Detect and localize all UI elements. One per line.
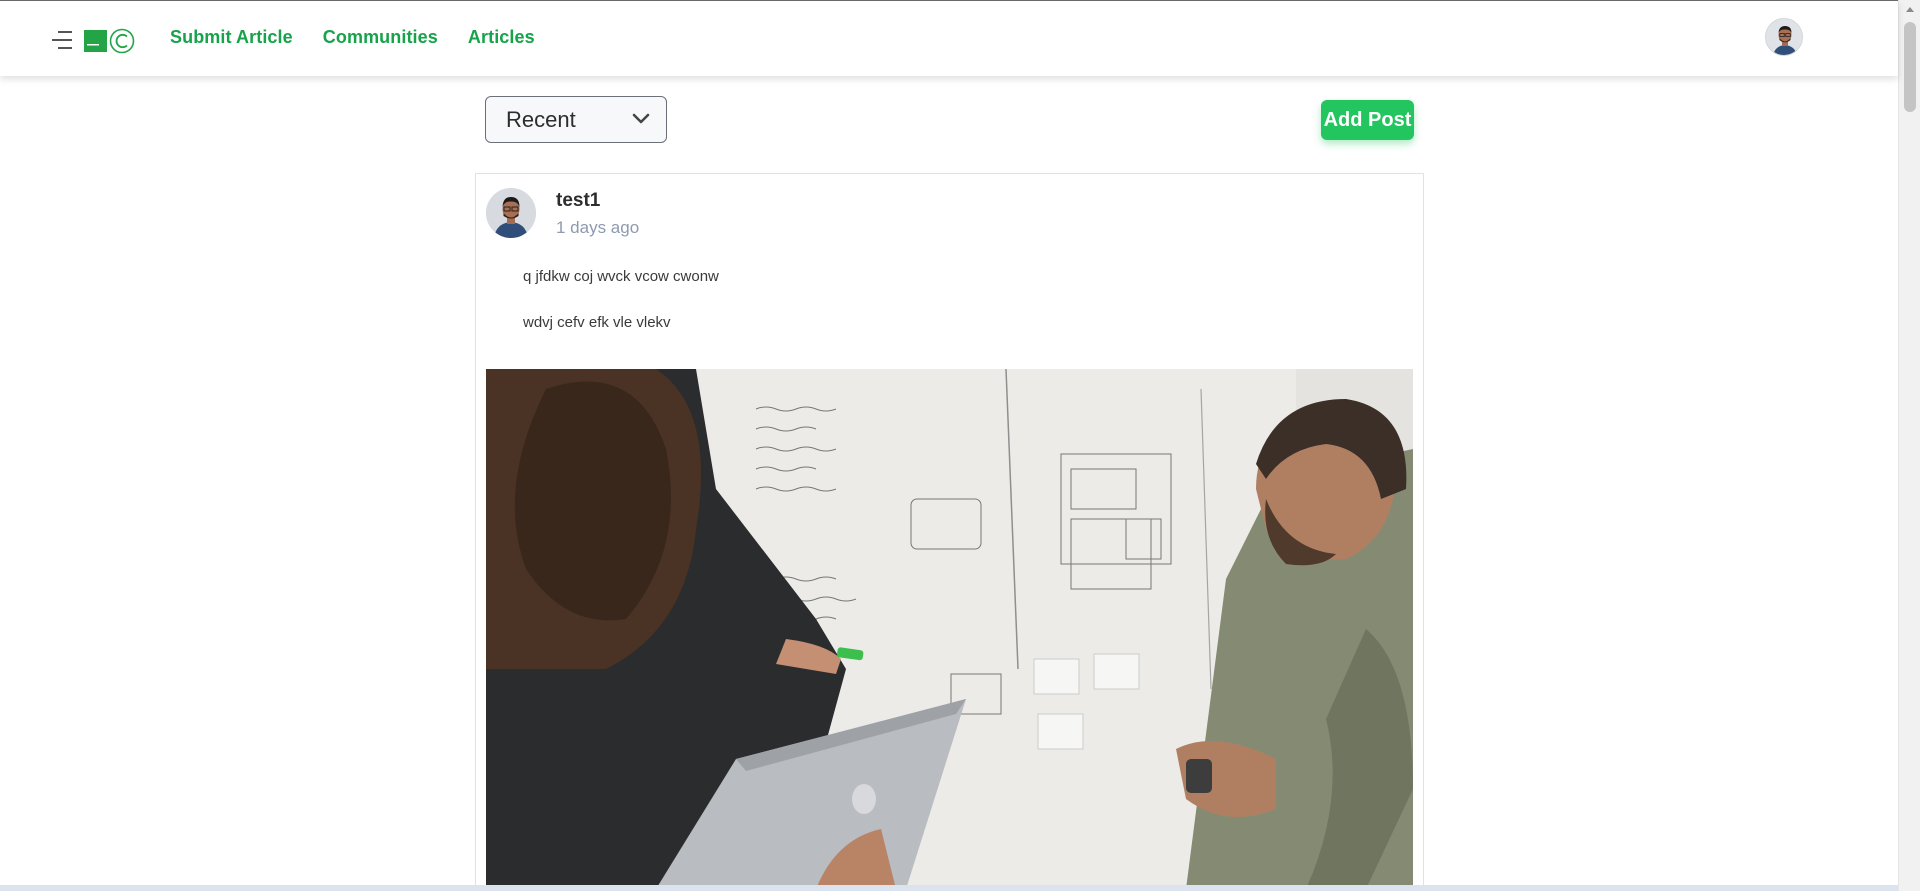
nav-link-communities[interactable]: Communities xyxy=(323,27,438,48)
post-card: test1 1 days ago q jfdkw coj wvck vcow c… xyxy=(475,173,1424,891)
post-author-name[interactable]: test1 xyxy=(556,190,600,212)
chevron-down-icon xyxy=(632,113,650,124)
post-body-line: wdvj cefv efk vle vlekv xyxy=(523,314,671,331)
hamburger-menu-icon[interactable] xyxy=(52,28,72,52)
post-author-avatar[interactable] xyxy=(486,188,536,238)
add-post-button[interactable]: Add Post xyxy=(1321,100,1414,140)
nav-link-articles[interactable]: Articles xyxy=(468,27,535,48)
post-timestamp: 1 days ago xyxy=(556,218,640,237)
user-avatar[interactable] xyxy=(1765,18,1803,56)
post-body-line: q jfdkw coj wvck vcow cwonw xyxy=(523,268,719,285)
vertical-scrollbar[interactable] xyxy=(1898,0,1920,891)
primary-nav: Submit Article Communities Articles xyxy=(170,27,535,48)
nav-link-submit-article[interactable]: Submit Article xyxy=(170,27,293,48)
window-bottom-edge xyxy=(0,885,1898,891)
post-image xyxy=(486,369,1413,889)
scroll-up-arrow-icon[interactable] xyxy=(1906,7,1914,12)
top-navbar: Submit Article Communities Articles xyxy=(0,1,1898,76)
sort-select-value: Recent xyxy=(506,106,576,132)
scrollbar-thumb[interactable] xyxy=(1904,22,1916,112)
sort-select[interactable]: Recent xyxy=(485,96,667,143)
site-logo[interactable] xyxy=(84,28,136,54)
